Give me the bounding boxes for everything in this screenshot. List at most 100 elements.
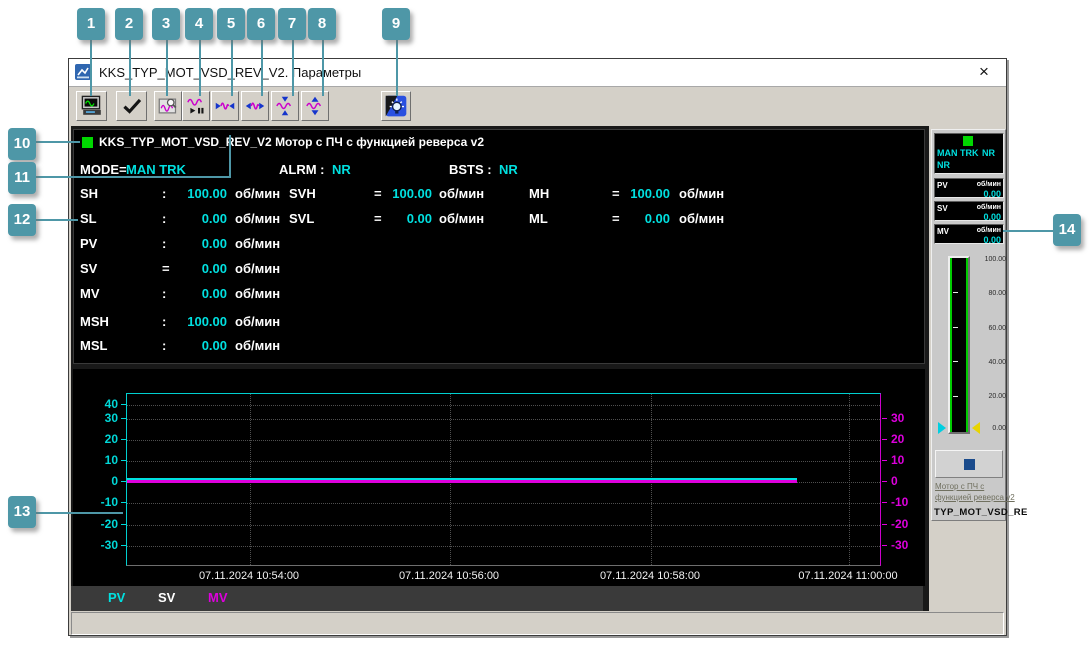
param-label: ML bbox=[529, 211, 548, 226]
legend-item-mv[interactable]: MV bbox=[208, 590, 228, 605]
alrm-label: ALRM : bbox=[279, 162, 325, 177]
y-axis-label-right: 30 bbox=[891, 411, 905, 425]
param-label: SH bbox=[80, 186, 99, 201]
callout-badge-1: 1 bbox=[77, 8, 105, 40]
param-unit: об/мин bbox=[235, 211, 281, 226]
param-unit: об/мин bbox=[235, 314, 281, 329]
gridline bbox=[127, 525, 880, 526]
mv-label: MV bbox=[937, 227, 949, 236]
gauge-scale-label: 80.00 bbox=[988, 290, 1006, 297]
gauge-green-bar bbox=[950, 258, 952, 432]
accept-button[interactable] bbox=[116, 91, 147, 121]
tag-title: KKS_TYP_MOT_VSD_REV_V2 Мотор с ПЧ с функ… bbox=[99, 135, 485, 149]
gauge-mark bbox=[953, 292, 958, 293]
param-label: SVL bbox=[289, 211, 315, 226]
chart-snapshot-button[interactable] bbox=[154, 91, 182, 121]
x-axis-label: 07.11.2024 10:54:00 bbox=[198, 570, 300, 582]
param-value: 0.00 bbox=[201, 338, 227, 353]
gridline bbox=[127, 546, 880, 547]
axis-tick bbox=[882, 439, 887, 440]
pv-unit: об/мин bbox=[976, 181, 1001, 188]
faceplate-sv-box: SV об/мин 0.00 bbox=[934, 201, 1004, 222]
faceplate-mv-box: MV об/мин 0.00 bbox=[934, 224, 1004, 245]
callout-line bbox=[396, 40, 398, 96]
faceplate-description-line1: Мотор с ПЧ с bbox=[935, 482, 985, 491]
mode-value: MAN TRK bbox=[126, 162, 186, 177]
callout-badge-11: 11 bbox=[8, 162, 36, 194]
param-label: MV bbox=[80, 286, 100, 301]
time-zoom-out-button[interactable] bbox=[241, 91, 269, 121]
callout-badge-2: 2 bbox=[115, 8, 143, 40]
parameters-panel: KKS_TYP_MOT_VSD_REV_V2 Мотор с ПЧ с функ… bbox=[73, 129, 925, 364]
y-axis-label-left: -10 bbox=[100, 495, 118, 509]
value-zoom-in-button[interactable] bbox=[271, 91, 299, 121]
trend-start-pause-button[interactable] bbox=[182, 91, 210, 121]
callout-line bbox=[166, 40, 168, 96]
gridline bbox=[127, 440, 880, 441]
callout-badge-5: 5 bbox=[217, 8, 245, 40]
gridline bbox=[127, 405, 880, 406]
y-axis-label-left: 10 bbox=[104, 453, 118, 467]
gauge-mark bbox=[953, 396, 958, 397]
gauge-scale-label: 40.00 bbox=[988, 359, 1006, 366]
bsts-label: BSTS : bbox=[449, 162, 492, 177]
callout-line bbox=[36, 512, 123, 514]
y-axis-label-left: -30 bbox=[100, 538, 118, 552]
alrm-value: NR bbox=[332, 162, 351, 177]
param-unit: об/мин bbox=[679, 211, 725, 226]
callout-line bbox=[129, 40, 131, 96]
gauge-mark bbox=[953, 361, 958, 362]
value-zoom-out-button[interactable] bbox=[301, 91, 329, 121]
app-icon bbox=[75, 64, 91, 80]
y-axis-label-left: 0 bbox=[111, 474, 118, 488]
param-unit: об/мин bbox=[439, 211, 485, 226]
legend-item-sv[interactable]: SV bbox=[158, 590, 175, 605]
callout-line bbox=[36, 176, 231, 178]
callout-badge-8: 8 bbox=[308, 8, 336, 40]
time-zoom-in-icon bbox=[215, 102, 235, 110]
param-unit: об/мин bbox=[235, 338, 281, 353]
mv-unit: об/мин bbox=[976, 227, 1001, 234]
y-axis-label-left: 30 bbox=[104, 411, 118, 425]
axis-tick bbox=[121, 404, 126, 405]
param-sep: : bbox=[162, 236, 167, 251]
faceplate-alarm: NR bbox=[982, 148, 995, 158]
time-zoom-in-button[interactable] bbox=[211, 91, 239, 121]
faceplate-description-line2: функцией реверса v2 bbox=[935, 493, 1015, 502]
sv-label: SV bbox=[937, 204, 948, 213]
callout-badge-14: 14 bbox=[1053, 214, 1081, 246]
stop-square-icon bbox=[964, 459, 975, 470]
param-label: PV bbox=[80, 236, 98, 251]
mv-value: 0.00 bbox=[983, 235, 1001, 245]
gridline bbox=[849, 394, 850, 565]
content-area: KKS_TYP_MOT_VSD_REV_V2 Мотор с ПЧ с функ… bbox=[71, 126, 929, 611]
y-axis-label-right: -20 bbox=[891, 517, 909, 531]
param-value: 0.00 bbox=[201, 211, 227, 226]
legend-item-pv[interactable]: PV bbox=[108, 590, 125, 605]
param-unit: об/мин bbox=[235, 286, 281, 301]
axis-tick bbox=[121, 418, 126, 419]
callout-line bbox=[229, 135, 231, 178]
y-axis-label-left: 20 bbox=[104, 432, 118, 446]
param-label: MH bbox=[529, 186, 550, 201]
bar-gauge bbox=[948, 256, 970, 434]
status-square-icon bbox=[82, 137, 93, 148]
close-button[interactable]: × bbox=[974, 62, 994, 82]
gridline bbox=[127, 503, 880, 504]
faceplate-panel: MAN TRK NR NR PV об/мин 0.00 SV об/мин 0… bbox=[931, 129, 1027, 521]
callout-line bbox=[90, 40, 92, 96]
faceplate-button[interactable] bbox=[935, 450, 1003, 478]
param-sep: : bbox=[162, 211, 167, 226]
callout-line bbox=[322, 40, 324, 96]
trend-line-mv bbox=[127, 480, 797, 483]
mode-label: MODE= bbox=[80, 162, 127, 177]
window-titlebar[interactable]: KKS_TYP_MOT_VSD_REV_V2. Параметры × bbox=[69, 59, 1006, 87]
y-axis-label-left: -20 bbox=[100, 517, 118, 531]
faceplate-kks: TYP_MOT_VSD_RE bbox=[934, 507, 1028, 518]
y-axis-label-right: 10 bbox=[891, 453, 905, 467]
gauge-scale-label: 20.00 bbox=[988, 393, 1006, 400]
trend-start-pause-icon bbox=[187, 98, 204, 114]
parameters-window: KKS_TYP_MOT_VSD_REV_V2. Параметры × KKS_… bbox=[68, 58, 1027, 636]
axis-tick bbox=[121, 439, 126, 440]
faceplate-pv-box: PV об/мин 0.00 bbox=[934, 178, 1004, 199]
